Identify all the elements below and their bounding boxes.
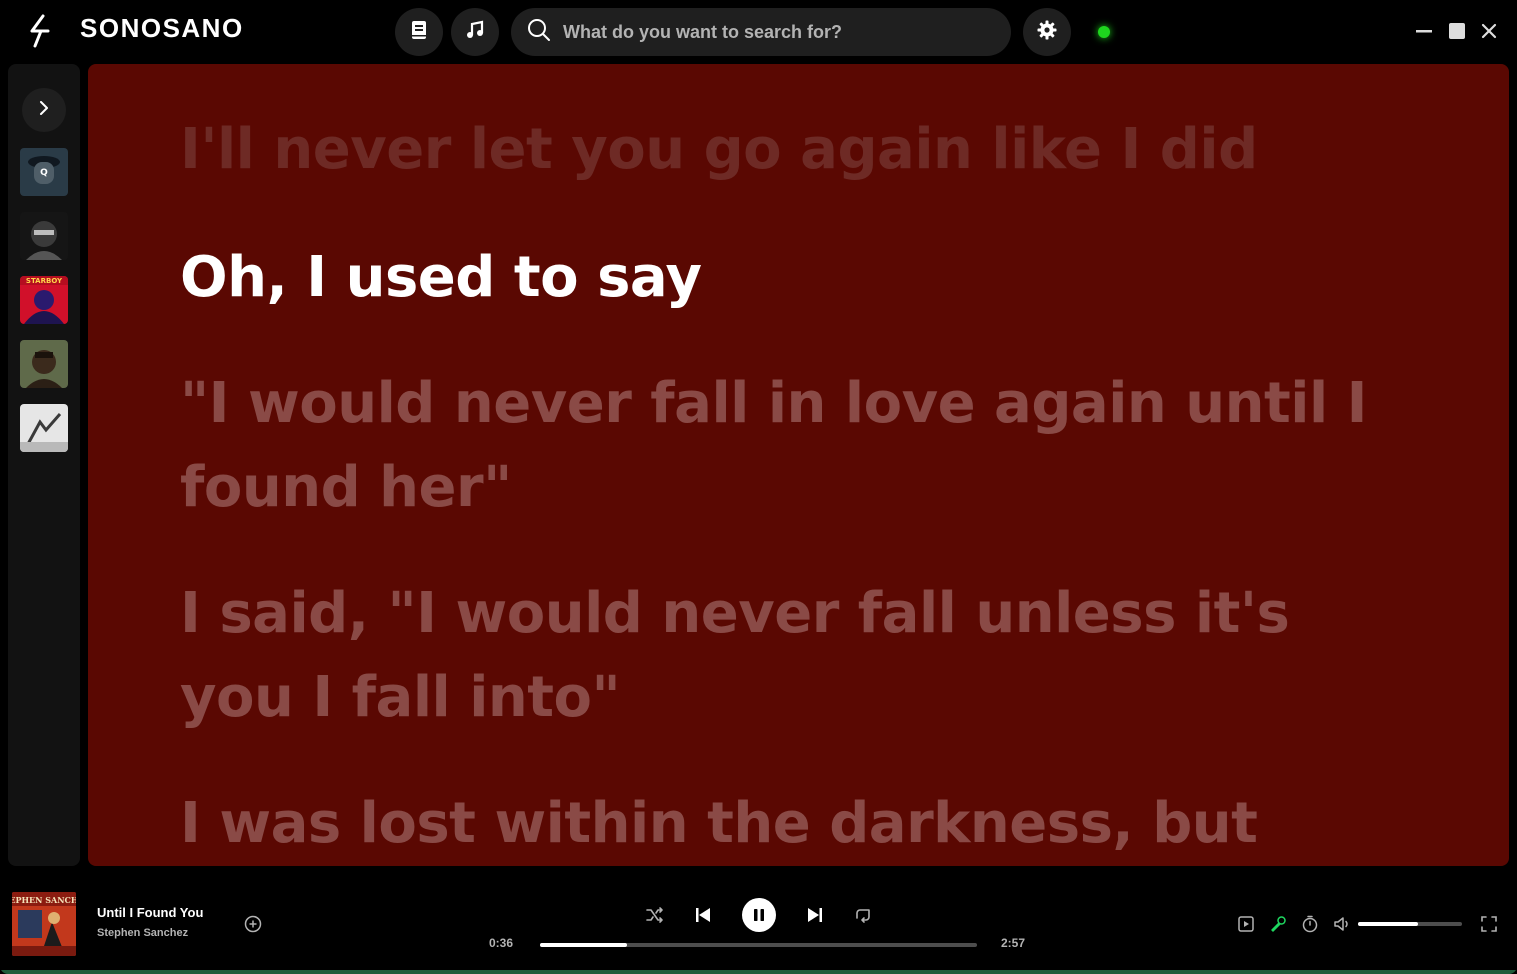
timer-icon [1302, 915, 1318, 933]
svg-text:STEPHEN SANCHEZ: STEPHEN SANCHEZ [12, 895, 76, 905]
status-dot-icon [1098, 26, 1110, 38]
close-icon [1481, 23, 1497, 39]
search-input[interactable] [563, 21, 983, 43]
now-playing-view-button[interactable] [1236, 914, 1256, 934]
track-title[interactable]: Until I Found You [97, 905, 203, 920]
fullscreen-icon [1481, 916, 1497, 932]
minimize-icon [1416, 30, 1432, 33]
settings-button[interactable] [1023, 8, 1071, 56]
sidebar-album-3[interactable]: STARBOY [20, 276, 68, 324]
lyric-line-active[interactable]: Oh, I used to say [180, 236, 1400, 320]
previous-button[interactable] [691, 903, 715, 927]
sidebar-album-2[interactable] [20, 212, 68, 260]
volume-icon [1334, 917, 1348, 931]
lyric-line[interactable]: "I would never fall in love again until … [180, 362, 1400, 530]
maximize-button[interactable] [1444, 18, 1470, 44]
skip-previous-icon [696, 908, 710, 922]
svg-text:STARBOY: STARBOY [26, 277, 63, 285]
mute-button[interactable] [1332, 914, 1352, 934]
repeat-button[interactable] [851, 903, 875, 927]
chevron-right-icon [37, 100, 51, 120]
gear-icon [1037, 20, 1057, 45]
book-icon [410, 20, 428, 45]
title-bar: SONOSANO [0, 0, 1517, 62]
sidebar-album-1[interactable]: Q [20, 148, 68, 196]
logo-icon [26, 14, 54, 48]
lyrics-panel: I'll never let you go again like I did O… [88, 64, 1509, 866]
shuffle-icon [646, 907, 663, 923]
sidebar: Q STARBOY [8, 64, 80, 866]
lyric-line[interactable]: I'll never let you go again like I did [180, 108, 1400, 192]
app-window: SONOSANO What do you want to search for?… [0, 0, 1517, 974]
sidebar-album-4[interactable] [20, 340, 68, 388]
maximize-icon [1449, 23, 1465, 39]
minimize-button[interactable] [1411, 18, 1437, 44]
music-button[interactable] [451, 8, 499, 56]
now-playing-cover[interactable]: STEPHEN SANCHEZ [12, 892, 76, 956]
shuffle-button[interactable] [643, 903, 667, 927]
app-title: SONOSANO [80, 13, 244, 43]
lyrics-button[interactable] [1268, 914, 1288, 934]
library-button[interactable] [395, 8, 443, 56]
music-note-icon [465, 20, 485, 45]
queue-icon [1238, 916, 1254, 932]
sidebar-album-5[interactable] [20, 404, 68, 452]
sidebar-expand-button[interactable] [22, 88, 66, 132]
skip-next-icon [808, 908, 822, 922]
connection-status [1080, 8, 1128, 56]
add-to-library-button[interactable] [243, 914, 263, 934]
window-bottom-border [0, 970, 1517, 974]
close-button[interactable] [1476, 18, 1502, 44]
current-time: 0:36 [489, 936, 514, 950]
repeat-icon [856, 909, 870, 923]
track-artist[interactable]: Stephen Sanchez [97, 927, 188, 939]
track-duration: 2:57 [1001, 936, 1026, 950]
plus-circle-icon [244, 915, 262, 933]
svg-text:Q: Q [40, 168, 48, 178]
microphone-icon [1271, 916, 1286, 932]
fullscreen-button[interactable] [1479, 914, 1499, 934]
search-bar[interactable] [511, 8, 1011, 56]
search-icon [527, 18, 551, 47]
next-button[interactable] [803, 903, 827, 927]
play-pause-button[interactable] [742, 898, 776, 932]
sleep-timer-button[interactable] [1300, 914, 1320, 934]
progress-fill [540, 943, 628, 947]
lyric-line[interactable]: I said, "I would never fall unless it's … [180, 572, 1400, 740]
lyric-line[interactable]: I was lost within the darkness, but then… [180, 782, 1400, 866]
volume-fill [1358, 922, 1419, 926]
progress-bar[interactable] [540, 943, 977, 947]
player-bar: STEPHEN SANCHEZ Until I Found You Stephe… [0, 874, 1517, 974]
pause-icon [754, 909, 764, 921]
volume-slider[interactable] [1358, 922, 1462, 926]
